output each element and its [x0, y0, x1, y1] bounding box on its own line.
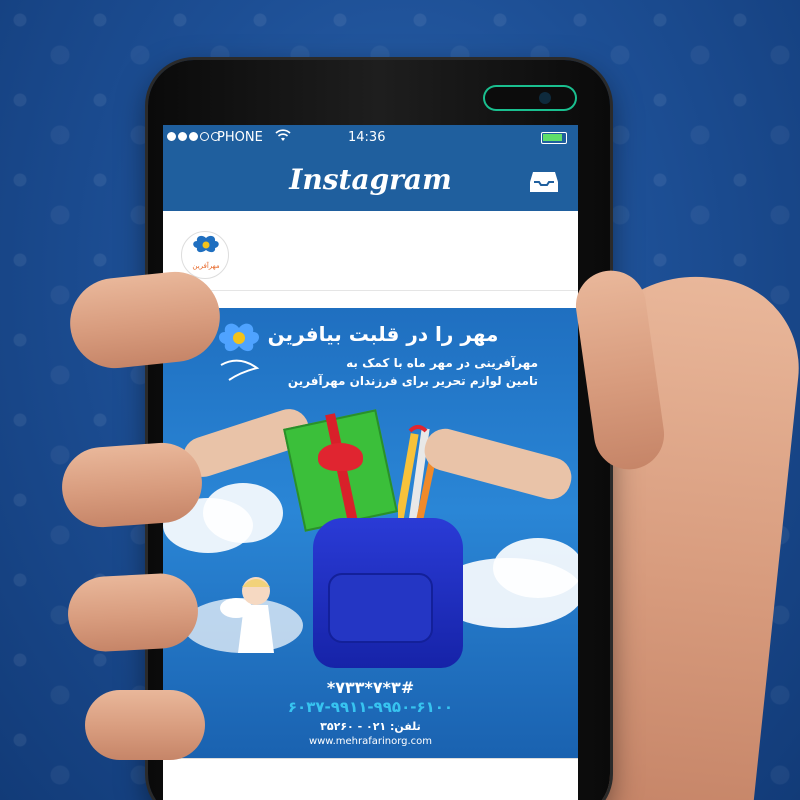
signal-strength — [167, 132, 220, 141]
website-url: www.mehrafarinorg.com — [308, 736, 433, 747]
left-finger — [85, 690, 205, 760]
camera-lens — [539, 92, 551, 104]
carrier-name: PHONE — [217, 130, 263, 145]
signal-dot — [200, 132, 209, 141]
battery-icon — [541, 132, 567, 144]
signal-dot — [189, 132, 198, 141]
ussd-code: *۷۳۳*۷*۳# — [326, 678, 415, 697]
angel-icon — [220, 577, 274, 653]
giving-hand-right — [420, 424, 576, 504]
logo-icon — [193, 235, 219, 253]
left-finger — [66, 571, 200, 654]
poster-subline-1: مهرآفرینی در مهر ماه با کمک به — [346, 356, 538, 370]
app-header: Instagram — [163, 153, 578, 211]
post-header: مهرآفرین — [163, 211, 578, 291]
cloud — [203, 483, 283, 543]
status-time: 14:36 — [348, 130, 386, 145]
signal-dot — [167, 132, 176, 141]
cloud — [493, 538, 578, 598]
avatar-logo-text: مهرآفرین — [192, 262, 220, 270]
battery-level — [543, 134, 562, 141]
backpack-pocket — [328, 573, 433, 643]
front-camera — [485, 87, 575, 109]
left-finger — [59, 440, 205, 530]
card-number: ۶۰۳۷-۹۹۱۱-۹۹۵۰-۶۱۰۰ — [287, 698, 454, 716]
signal-dot — [178, 132, 187, 141]
status-bar: PHONE 14:36 — [163, 125, 578, 153]
phone-screen: PHONE 14:36 Instagram مهرآفرین مهر را در… — [163, 125, 578, 800]
post-actions-area — [163, 758, 578, 800]
poster-subline-2: تامین لوازم تحریر برای فرزندان مهرآفرین — [287, 374, 538, 388]
post-image[interactable]: مهر را در قلبت بیافرین مهرآفرینی در مهر … — [163, 308, 578, 758]
inbox-icon[interactable] — [529, 168, 559, 194]
wifi-icon — [275, 129, 291, 146]
app-title: Instagram — [289, 163, 452, 196]
contact-phone: تلفن: ۰۲۱ - ۳۵۲۶۰ — [320, 720, 421, 733]
gift-bow — [318, 443, 363, 471]
avatar[interactable]: مهرآفرین — [181, 231, 229, 279]
poster-headline: مهر را در قلبت بیافرین — [267, 322, 499, 346]
